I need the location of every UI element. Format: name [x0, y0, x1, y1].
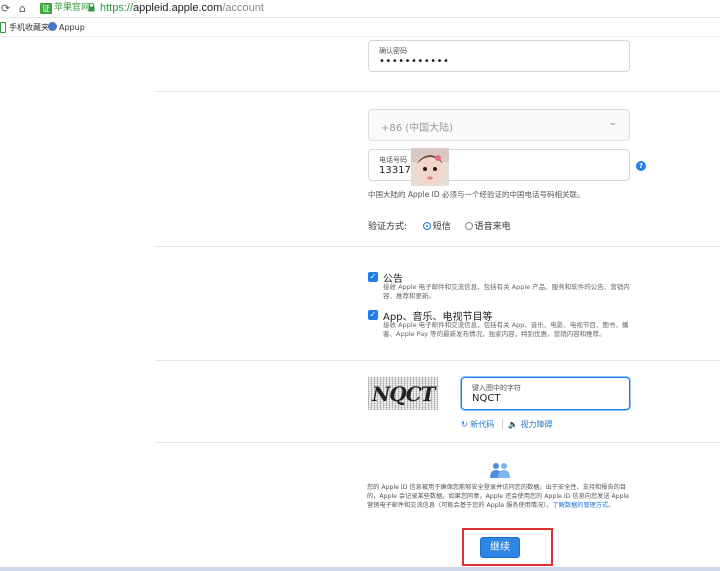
url-field[interactable]: https://appleid.apple.com/account — [100, 2, 264, 15]
announcements-desc: 接收 Apple 电子邮件和交流信息，包括有关 Apple 产品、服务和软件的公… — [383, 283, 630, 300]
home-icon[interactable]: ⌂ — [19, 2, 26, 15]
certificate-label[interactable]: 苹果官网 — [54, 3, 90, 14]
confirm-password-value: ••••••••••• — [379, 56, 450, 67]
link-separator — [502, 419, 503, 430]
confirm-password-field[interactable]: 确认密码 ••••••••••• — [368, 40, 630, 72]
bookmark-appup[interactable]: Appup — [59, 23, 85, 33]
browser-address-bar: ⟳ ⌂ 证 苹果官网 https://appleid.apple.com/acc… — [0, 0, 720, 18]
captcha-input[interactable]: 键入图中的字符 NQCT — [461, 377, 630, 410]
radio-selected-icon — [422, 222, 431, 230]
country-code-value: +86 (中国大陆) — [381, 123, 454, 134]
country-code-select[interactable]: +86 (中国大陆) ⌄ — [368, 109, 630, 141]
bottom-strip — [0, 567, 720, 571]
people-icon — [490, 463, 510, 478]
captcha-input-label: 键入图中的字符 — [472, 384, 521, 392]
lock-icon — [88, 3, 95, 12]
privacy-notice: 您的 Apple ID 信息被用于确保您能够安全登录并访问您的数据。出于安全性、… — [367, 484, 630, 509]
data-management-link[interactable]: 了解数据的管理方式。 — [553, 502, 615, 509]
vision-impaired-link[interactable]: 🔉 视力障碍 — [508, 420, 553, 430]
help-icon[interactable]: ? — [636, 161, 646, 171]
radio-voice-call[interactable]: 语音来电 — [464, 222, 511, 232]
captcha-image-text: NQCT — [372, 382, 436, 406]
bookmarks-bar: 手机收藏夹 Appup — [0, 19, 720, 37]
section-divider — [155, 360, 720, 361]
phone-number-field[interactable]: 电话号码 133174 — [368, 149, 630, 181]
bookmark-mobile-favorites[interactable]: 手机收藏夹 — [9, 23, 49, 33]
phone-number-label: 电话号码 — [379, 156, 407, 164]
apps-music-checkbox[interactable]: ✓ — [368, 310, 378, 320]
new-code-link[interactable]: ↻ 新代码 — [461, 420, 494, 430]
verification-method-row: 验证方式: 短信 语音来电 — [368, 219, 511, 232]
announcements-checkbox[interactable]: ✓ — [368, 272, 378, 282]
certificate-icon[interactable]: 证 — [40, 3, 52, 14]
section-divider — [155, 442, 720, 443]
appup-icon — [48, 22, 57, 31]
speaker-icon: 🔉 — [508, 420, 521, 429]
phone-requirement-note: 中国大陆的 Apple ID 必须与一个经验证的中国电话号码相关联。 — [368, 190, 585, 199]
reload-icon[interactable]: ⟳ — [1, 2, 10, 15]
refresh-icon: ↻ — [461, 420, 471, 429]
apps-music-desc: 接收 Apple 电子邮件和交流信息，包括有关 App、音乐、电影、电视节目、图… — [383, 321, 629, 338]
phone-bookmark-icon — [0, 22, 6, 33]
radio-sms[interactable]: 短信 — [422, 222, 451, 232]
section-divider — [155, 91, 720, 92]
captcha-input-value: NQCT — [472, 393, 501, 404]
continue-button[interactable]: 继续 — [480, 537, 520, 558]
radio-unselected-icon — [464, 222, 473, 230]
verification-method-label: 验证方式: — [368, 222, 408, 232]
section-divider — [155, 246, 720, 247]
captcha-image: NQCT — [368, 377, 438, 410]
child-photo-overlay — [411, 148, 449, 186]
confirm-password-label: 确认密码 — [379, 47, 407, 55]
chevron-down-icon: ⌄ — [607, 118, 619, 128]
